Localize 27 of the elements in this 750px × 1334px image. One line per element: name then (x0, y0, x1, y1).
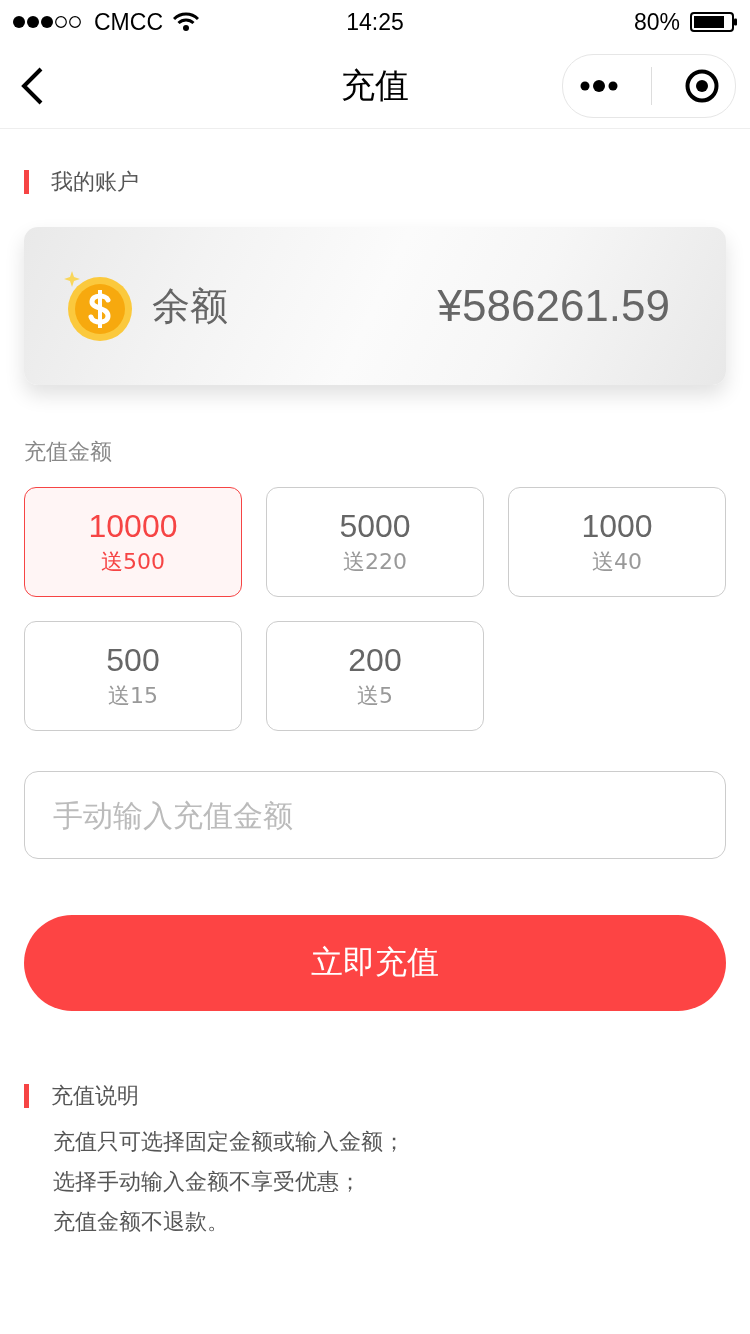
battery-percent: 80% (633, 8, 680, 36)
amount-option[interactable]: 500 送15 (24, 621, 242, 731)
amount-option[interactable]: 200 送5 (266, 621, 484, 731)
carrier-name: CMCC (94, 8, 163, 36)
wifi-icon (173, 12, 199, 32)
accent-bar (24, 170, 29, 194)
more-icon[interactable] (579, 79, 620, 93)
balance-amount: ¥586261.59 (437, 281, 670, 331)
battery-icon (690, 12, 738, 32)
section-label: 充值金额 (24, 438, 113, 466)
section-title: 我的账户 (51, 168, 139, 196)
amount-option[interactable]: 5000 送220 (266, 487, 484, 597)
section-title: 充值说明 (51, 1082, 139, 1110)
amount-input-field[interactable]: 手动输入充值金额 (24, 771, 726, 859)
accent-bar (24, 1084, 29, 1108)
amount-option[interactable]: 10000 送500 (24, 487, 242, 597)
balance-label: 余额 (152, 282, 228, 330)
recharge-button[interactable]: 立即充值 (24, 915, 726, 1011)
back-icon[interactable] (20, 67, 44, 105)
status-time: 14:25 (346, 8, 404, 36)
note-text: 选择手动输入金额不享受优惠； (53, 1168, 362, 1196)
note-text: 充值金额不退款。 (53, 1208, 230, 1236)
amount-option[interactable]: 1000 送40 (508, 487, 726, 597)
page-title: 充值 (341, 64, 409, 107)
signal-icon (12, 15, 84, 29)
note-text: 充值只可选择固定金额或输入金额； (53, 1128, 406, 1156)
coin-icon (64, 271, 134, 341)
